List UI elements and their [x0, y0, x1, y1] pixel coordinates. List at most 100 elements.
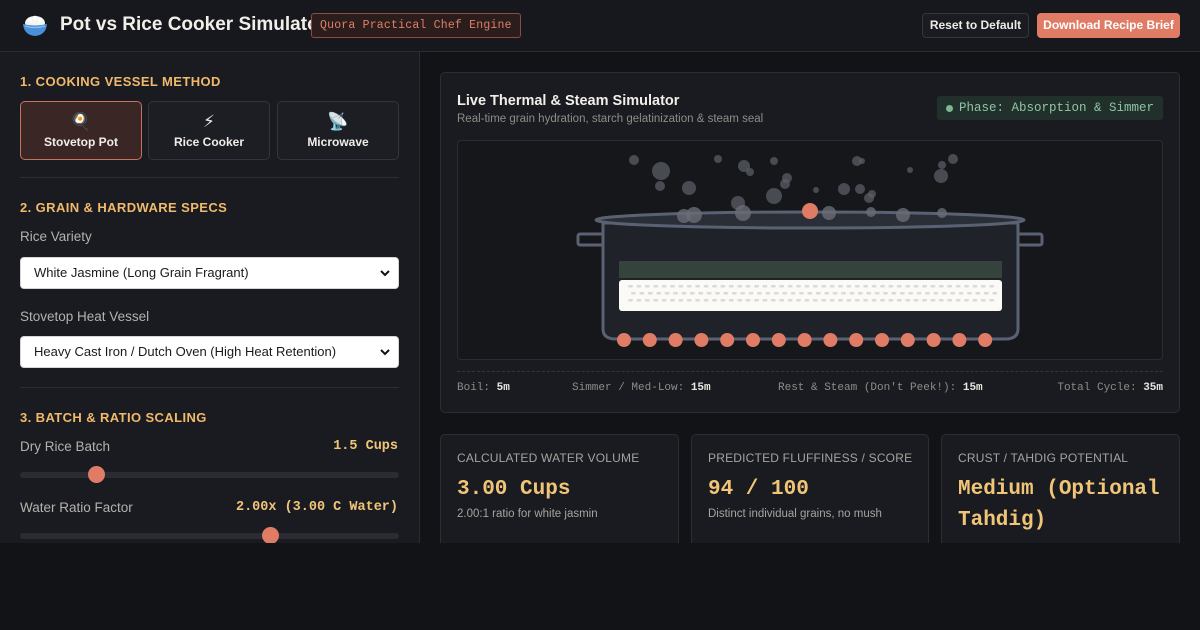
rice-grain	[896, 299, 902, 302]
rice-grain	[992, 292, 998, 295]
rice-grain	[644, 299, 650, 302]
rice-grain	[754, 299, 759, 302]
rice-grain	[841, 292, 846, 295]
download-recipe-brief-button[interactable]: Download Recipe Brief	[1037, 13, 1180, 38]
batch-section-heading: 3. BATCH & RATIO SCALING	[20, 410, 207, 425]
vessel-option-label: Rice Cooker	[173, 135, 245, 149]
rice-grain	[639, 292, 645, 295]
rice-grain	[950, 292, 956, 295]
rice-variety-selected-value: White Jasmine (Long Grain Fragrant)	[34, 265, 249, 280]
dry-rice-batch-slider[interactable]	[20, 466, 399, 483]
burner-flame	[797, 333, 812, 347]
simulator-subtitle: Real-time grain hydration, starch gelati…	[457, 113, 764, 125]
steam-bubble	[868, 190, 876, 198]
burner-flames	[617, 333, 993, 347]
slider-thumb[interactable]	[262, 527, 280, 543]
vessel-option-rice-cooker[interactable]: ⚡ Rice Cooker	[148, 101, 270, 160]
rice-grain	[989, 299, 995, 302]
rice-grain	[737, 299, 743, 302]
rice-variety-label: Rice Variety	[20, 229, 92, 244]
rice-grain	[678, 285, 684, 288]
pot-simulation-stage	[457, 140, 1163, 360]
rice-grain	[728, 285, 734, 288]
metric-label: PREDICTED FLUFFINESS / SCORE	[708, 451, 913, 465]
rice-grain	[908, 292, 914, 295]
rice-grain	[706, 292, 712, 295]
rice-grain	[871, 285, 877, 288]
steam-bubble	[652, 162, 670, 180]
rice-grain	[905, 285, 911, 288]
pot-handle-left	[576, 232, 606, 247]
rice-grain	[695, 285, 701, 288]
rice-grain	[958, 292, 964, 295]
phase-text: Phase: Absorption & Simmer	[958, 101, 1154, 115]
steam-bubble	[735, 205, 751, 221]
rice-grain	[972, 299, 978, 302]
rice-grain	[631, 292, 636, 295]
rice-grain	[796, 285, 801, 288]
water-ratio-label: Water Ratio Factor	[20, 500, 133, 515]
rice-grain	[980, 299, 986, 302]
rice-grain	[804, 285, 810, 288]
timeline-rest: Rest & Steam (Don't Peek!): 15m	[778, 382, 983, 394]
rice-grain	[838, 299, 843, 302]
rice-grain	[880, 285, 885, 288]
rice-grain	[812, 299, 818, 302]
reset-to-default-button[interactable]: Reset to Default	[922, 13, 1029, 38]
rice-grain	[980, 285, 986, 288]
rice-grain	[824, 292, 830, 295]
rice-grain	[782, 292, 788, 295]
rice-variety-select[interactable]: White Jasmine (Long Grain Fragrant)	[20, 257, 399, 289]
rice-grain	[686, 285, 692, 288]
burner-flame	[720, 333, 735, 347]
rice-grain	[964, 299, 969, 302]
metric-note: Distinct individual grains, no mush	[708, 508, 882, 520]
rice-grain	[762, 285, 768, 288]
burner-flame	[926, 333, 941, 347]
rice-grain	[796, 299, 801, 302]
rice-grain	[854, 285, 860, 288]
rice-grain	[678, 299, 684, 302]
rice-grain	[888, 299, 894, 302]
rice-grain	[891, 292, 897, 295]
rice-grain	[938, 285, 944, 288]
steam-bubble	[682, 181, 696, 195]
rice-grain	[883, 292, 888, 295]
app-title: Pot vs Rice Cooker Simulator	[60, 14, 327, 35]
steam-bubble	[855, 184, 865, 194]
hot-bubble	[802, 203, 818, 219]
rice-grain	[628, 299, 633, 302]
rice-grain	[947, 285, 953, 288]
rice-grain	[740, 292, 746, 295]
vessel-option-stovetop-pot[interactable]: 🍳 Stovetop Pot	[20, 101, 142, 160]
steam-bubble	[766, 188, 782, 204]
frying-pan-icon: 🍳	[70, 112, 92, 131]
rice-grain	[670, 299, 675, 302]
section-divider	[20, 387, 399, 388]
burner-flame	[875, 333, 889, 347]
rice-grain	[681, 292, 687, 295]
rice-grain	[773, 292, 779, 295]
rice-grain	[698, 292, 704, 295]
rice-grain	[938, 299, 944, 302]
burner-flame	[694, 333, 709, 347]
page-background	[0, 543, 1200, 630]
vessel-option-microwave[interactable]: 📡 Microwave	[277, 101, 399, 160]
rice-grain	[745, 285, 751, 288]
rice-grain	[787, 285, 793, 288]
rice-grain	[720, 299, 726, 302]
metric-label: CALCULATED WATER VOLUME	[457, 451, 640, 465]
slider-thumb[interactable]	[87, 466, 105, 483]
heat-vessel-select[interactable]: Heavy Cast Iron / Dutch Oven (High Heat …	[20, 336, 399, 368]
dry-rice-batch-label: Dry Rice Batch	[20, 439, 111, 454]
rice-grain	[670, 285, 675, 288]
rice-grain	[899, 292, 905, 295]
simulator-title: Live Thermal & Steam Simulator	[457, 93, 680, 109]
water-ratio-slider[interactable]	[20, 527, 399, 543]
rice-grain	[765, 292, 771, 295]
control-sidebar: 1. COOKING VESSEL METHOD 🍳 Stovetop Pot …	[0, 52, 420, 543]
rice-grain	[888, 285, 894, 288]
rice-grain	[922, 299, 927, 302]
rice-grain	[815, 292, 821, 295]
rice-grain	[661, 285, 667, 288]
